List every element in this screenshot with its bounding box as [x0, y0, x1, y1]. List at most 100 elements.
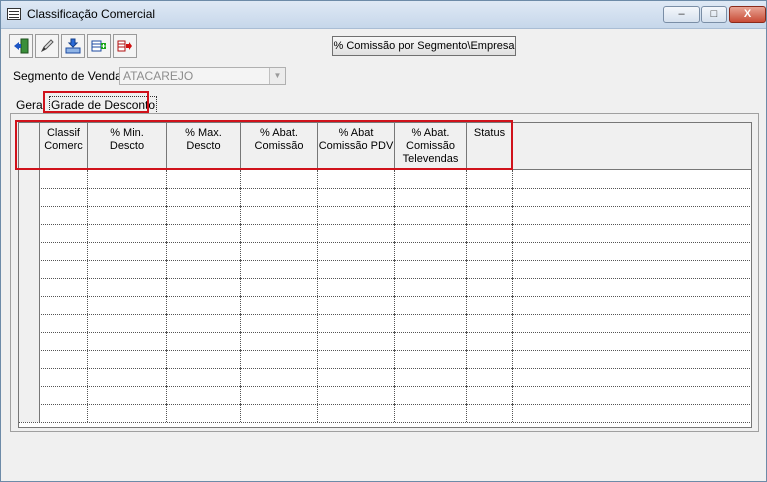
table-cell[interactable]: [318, 350, 395, 368]
table-cell[interactable]: [40, 314, 88, 332]
table-cell[interactable]: [40, 332, 88, 350]
table-cell[interactable]: [467, 242, 513, 260]
table-cell[interactable]: [167, 170, 241, 188]
table-cell[interactable]: [241, 386, 318, 404]
row-indicator[interactable]: [19, 314, 40, 332]
table-cell[interactable]: [88, 188, 167, 206]
table-cell[interactable]: [467, 404, 513, 422]
row-indicator[interactable]: [19, 170, 40, 188]
table-cell[interactable]: [395, 296, 467, 314]
table-cell[interactable]: [318, 224, 395, 242]
maximize-button[interactable]: □: [701, 6, 727, 23]
table-cell[interactable]: [167, 242, 241, 260]
table-cell[interactable]: [167, 404, 241, 422]
table-cell[interactable]: [318, 206, 395, 224]
table-cell[interactable]: [88, 350, 167, 368]
app-icon[interactable]: [7, 8, 21, 20]
table-cell[interactable]: [40, 296, 88, 314]
table-cell[interactable]: [167, 314, 241, 332]
table-cell[interactable]: [88, 242, 167, 260]
table-cell[interactable]: [467, 386, 513, 404]
table-cell[interactable]: [467, 332, 513, 350]
table-cell[interactable]: [167, 278, 241, 296]
table-cell[interactable]: [467, 170, 513, 188]
table-row[interactable]: [19, 332, 751, 351]
table-cell[interactable]: [395, 350, 467, 368]
edit-button[interactable]: [35, 34, 59, 58]
table-cell[interactable]: [88, 314, 167, 332]
table-cell[interactable]: [40, 188, 88, 206]
row-indicator[interactable]: [19, 350, 40, 368]
row-indicator[interactable]: [19, 386, 40, 404]
table-cell[interactable]: [88, 404, 167, 422]
table-cell[interactable]: [318, 278, 395, 296]
table-cell[interactable]: [167, 386, 241, 404]
save-button[interactable]: [61, 34, 85, 58]
table-cell[interactable]: [318, 170, 395, 188]
row-indicator[interactable]: [19, 242, 40, 260]
table-cell[interactable]: [241, 332, 318, 350]
table-cell[interactable]: [40, 404, 88, 422]
table-cell[interactable]: [241, 260, 318, 278]
table-cell[interactable]: [467, 278, 513, 296]
table-cell[interactable]: [318, 368, 395, 386]
table-cell[interactable]: [40, 278, 88, 296]
table-cell[interactable]: [88, 224, 167, 242]
table-cell[interactable]: [167, 224, 241, 242]
table-cell[interactable]: [241, 170, 318, 188]
table-cell[interactable]: [88, 368, 167, 386]
table-cell[interactable]: [40, 368, 88, 386]
table-cell[interactable]: [40, 242, 88, 260]
row-indicator[interactable]: [19, 188, 40, 206]
table-cell[interactable]: [88, 332, 167, 350]
table-row[interactable]: [19, 170, 751, 189]
row-indicator[interactable]: [19, 260, 40, 278]
tab-geral[interactable]: Geral: [16, 98, 45, 112]
table-cell[interactable]: [318, 404, 395, 422]
table-cell[interactable]: [318, 296, 395, 314]
table-cell[interactable]: [241, 368, 318, 386]
table-cell[interactable]: [167, 260, 241, 278]
table-cell[interactable]: [167, 188, 241, 206]
table-cell[interactable]: [395, 278, 467, 296]
table-cell[interactable]: [395, 170, 467, 188]
table-cell[interactable]: [167, 332, 241, 350]
table-cell[interactable]: [88, 296, 167, 314]
table-cell[interactable]: [88, 260, 167, 278]
table-cell[interactable]: [318, 188, 395, 206]
table-cell[interactable]: [395, 404, 467, 422]
table-cell[interactable]: [88, 170, 167, 188]
table-cell[interactable]: [467, 224, 513, 242]
table-cell[interactable]: [395, 260, 467, 278]
table-cell[interactable]: [241, 188, 318, 206]
table-cell[interactable]: [318, 386, 395, 404]
table-row[interactable]: [19, 386, 751, 405]
table-cell[interactable]: [40, 224, 88, 242]
table-row[interactable]: [19, 260, 751, 279]
minimize-button[interactable]: –: [663, 6, 700, 23]
table-cell[interactable]: [241, 206, 318, 224]
table-cell[interactable]: [318, 242, 395, 260]
table-row[interactable]: [19, 296, 751, 315]
chevron-down-icon[interactable]: ▼: [269, 68, 285, 84]
table-cell[interactable]: [318, 332, 395, 350]
row-indicator[interactable]: [19, 404, 40, 422]
row-indicator[interactable]: [19, 206, 40, 224]
table-row[interactable]: [19, 350, 751, 369]
exit-button[interactable]: [9, 34, 33, 58]
table-cell[interactable]: [241, 404, 318, 422]
table-cell[interactable]: [395, 314, 467, 332]
table-cell[interactable]: [467, 368, 513, 386]
commission-by-segment-button[interactable]: % Comissão por Segmento\Empresa: [332, 36, 516, 56]
table-cell[interactable]: [395, 206, 467, 224]
table-cell[interactable]: [395, 332, 467, 350]
table-row[interactable]: [19, 206, 751, 225]
table-row[interactable]: [19, 224, 751, 243]
close-button[interactable]: X: [729, 6, 766, 23]
table-cell[interactable]: [241, 350, 318, 368]
table-row[interactable]: [19, 278, 751, 297]
table-cell[interactable]: [40, 206, 88, 224]
table-row[interactable]: [19, 242, 751, 261]
table-cell[interactable]: [241, 314, 318, 332]
table-cell[interactable]: [167, 206, 241, 224]
